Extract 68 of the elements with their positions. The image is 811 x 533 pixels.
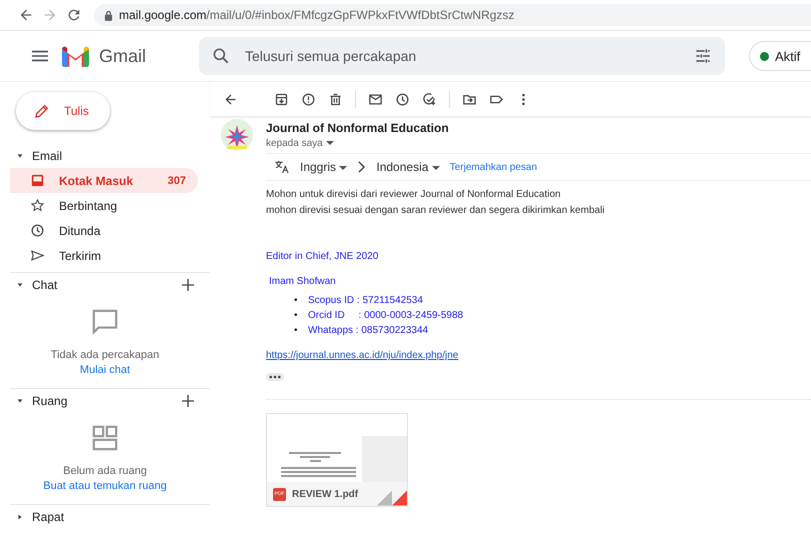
search-bar[interactable]: Telusuri semua percakapan — [199, 37, 725, 75]
bullet: • — [294, 324, 299, 338]
compose-button[interactable]: Tulis — [16, 92, 110, 130]
signature-title: Editor in Chief, JNE 2020 — [266, 251, 380, 262]
search-icon[interactable] — [211, 46, 231, 66]
sender-logo — [221, 119, 253, 151]
attachment-filename: REVIEW 1.pdf — [292, 488, 360, 500]
back-icon[interactable] — [223, 92, 238, 106]
message-line: Mohon untuk direvisi dari reviewer Journal of Nonformal Education — [266, 188, 562, 202]
contact-detail: Orcid ID : 0000-0003-2459-5988 — [308, 309, 464, 323]
folder-item[interactable]: Berbintang — [10, 193, 198, 218]
pencil-icon — [34, 103, 50, 119]
clock-icon[interactable] — [395, 92, 410, 106]
source-language-dropdown[interactable]: Inggris — [300, 160, 348, 174]
start-link[interactable]: Mulai chat — [80, 364, 130, 376]
ellipsis-icon — [269, 375, 281, 379]
report-spam-icon[interactable] — [301, 92, 316, 106]
contact-detail: Whatapps : 085730223344 — [308, 324, 428, 338]
section-title[interactable]: Ruang — [32, 394, 182, 408]
back-icon[interactable] — [18, 7, 34, 23]
add-icon[interactable] — [182, 279, 194, 291]
sender-name: Journal of Nonformal Education — [266, 121, 450, 135]
section-title[interactable]: Rapat — [32, 510, 210, 524]
page-corner-icon — [377, 490, 407, 506]
folder-item[interactable]: Kotak Masuk 307 — [10, 168, 198, 193]
url-text: mail.google.com/mail/u/0/#inbox/FMfcgzGpFWPkxFtVWfDbtSrCtwNRgzsz — [119, 8, 514, 22]
journal-link[interactable]: https://journal.unnes.ac.id/nju/index.php/jne — [266, 350, 458, 361]
menu-icon[interactable] — [32, 50, 48, 62]
message-line: mohon direvisi sesuai dengan saran reviewer dan segera dikirimkan kembali — [266, 204, 606, 218]
caret-icon[interactable] — [16, 281, 24, 289]
star-icon — [30, 198, 45, 213]
address-bar[interactable]: mail.google.com/mail/u/0/#inbox/FMfcgzGpFWPkxFtVWfDbtSrCtwNRgzsz — [94, 4, 811, 26]
lock-icon — [104, 10, 113, 20]
app-name: Gmail — [99, 46, 148, 66]
show-trimmed-button[interactable] — [266, 373, 284, 381]
search-input[interactable]: Telusuri semua percakapan — [243, 47, 693, 65]
folder-item[interactable]: Ditunda — [10, 218, 198, 243]
start-link[interactable]: Buat atau temukan ruang — [43, 480, 167, 492]
reload-icon[interactable] — [66, 7, 82, 23]
trash-icon[interactable] — [328, 92, 343, 106]
caret-icon[interactable] — [16, 513, 24, 521]
empty-state-text: Belum ada ruang — [63, 465, 147, 477]
send-icon — [30, 248, 45, 263]
translate-link[interactable]: Terjemahkan pesan — [450, 162, 538, 172]
add-icon[interactable] — [182, 395, 194, 407]
translate-icon — [274, 159, 290, 175]
archive-icon[interactable] — [274, 92, 289, 106]
contact-detail: Scopus ID : 57211542534 — [308, 294, 423, 308]
signature-name: Imam Shofwan — [269, 276, 337, 287]
empty-state-text: Tidak ada percakapan — [50, 349, 160, 361]
recipient-dropdown[interactable]: kepada saya — [266, 138, 346, 149]
chevron-right-icon — [357, 161, 366, 173]
folder-item[interactable]: Terkirim — [10, 243, 198, 268]
mail-logo-icon — [62, 46, 89, 66]
caret-icon[interactable] — [16, 152, 24, 160]
section-title[interactable]: Email — [32, 149, 210, 163]
bullet: • — [294, 294, 299, 308]
mail-icon[interactable] — [368, 92, 383, 106]
add-task-icon[interactable] — [422, 92, 437, 106]
chat-bubble-icon — [92, 309, 118, 335]
rooms-grid-icon — [92, 425, 118, 451]
inbox-icon — [30, 173, 45, 188]
clock-icon — [30, 223, 45, 238]
status-button[interactable]: Aktif — [749, 41, 811, 71]
caret-icon[interactable] — [16, 397, 24, 405]
bullet: • — [294, 309, 299, 323]
target-language-dropdown[interactable]: Indonesia — [376, 160, 440, 174]
section-title[interactable]: Chat — [32, 278, 182, 292]
